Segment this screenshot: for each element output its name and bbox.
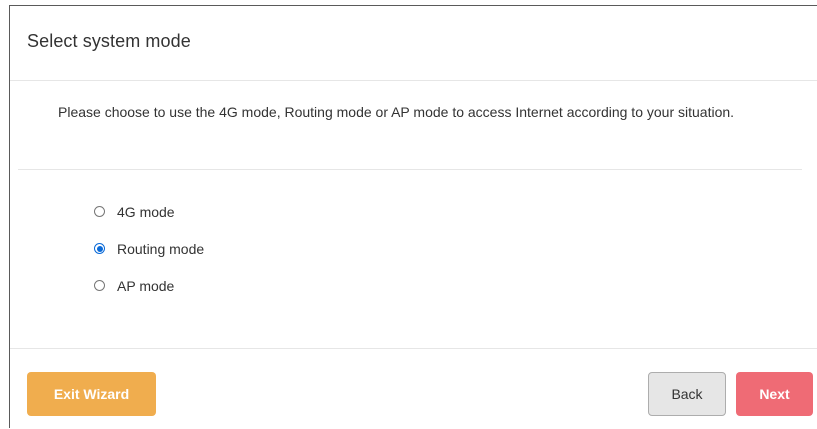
next-button[interactable]: Next [736,372,813,416]
dialog-header: Select system mode [10,6,817,81]
mode-description: Please choose to use the 4G mode, Routin… [18,81,802,170]
option-ap-mode-label: AP mode [117,277,175,294]
option-ap-mode[interactable]: AP mode [94,267,817,304]
radio-ap-mode[interactable] [94,280,105,291]
radio-routing-mode[interactable] [94,243,105,254]
exit-wizard-button[interactable]: Exit Wizard [27,372,156,416]
radio-4g-mode[interactable] [94,206,105,217]
mode-options: 4G mode Routing mode AP mode [10,170,817,316]
option-routing-mode[interactable]: Routing mode [94,230,817,267]
description-text: Please choose to use the 4G mode, Routin… [58,104,735,120]
back-button[interactable]: Back [648,372,726,416]
option-routing-mode-label: Routing mode [117,240,205,257]
dialog-title: Select system mode [27,31,191,51]
option-4g-mode[interactable]: 4G mode [94,193,817,230]
dialog-footer: Exit Wizard Back Next [10,348,817,429]
option-4g-mode-label: 4G mode [117,203,175,220]
system-mode-dialog: Select system mode Please choose to use … [9,5,817,428]
